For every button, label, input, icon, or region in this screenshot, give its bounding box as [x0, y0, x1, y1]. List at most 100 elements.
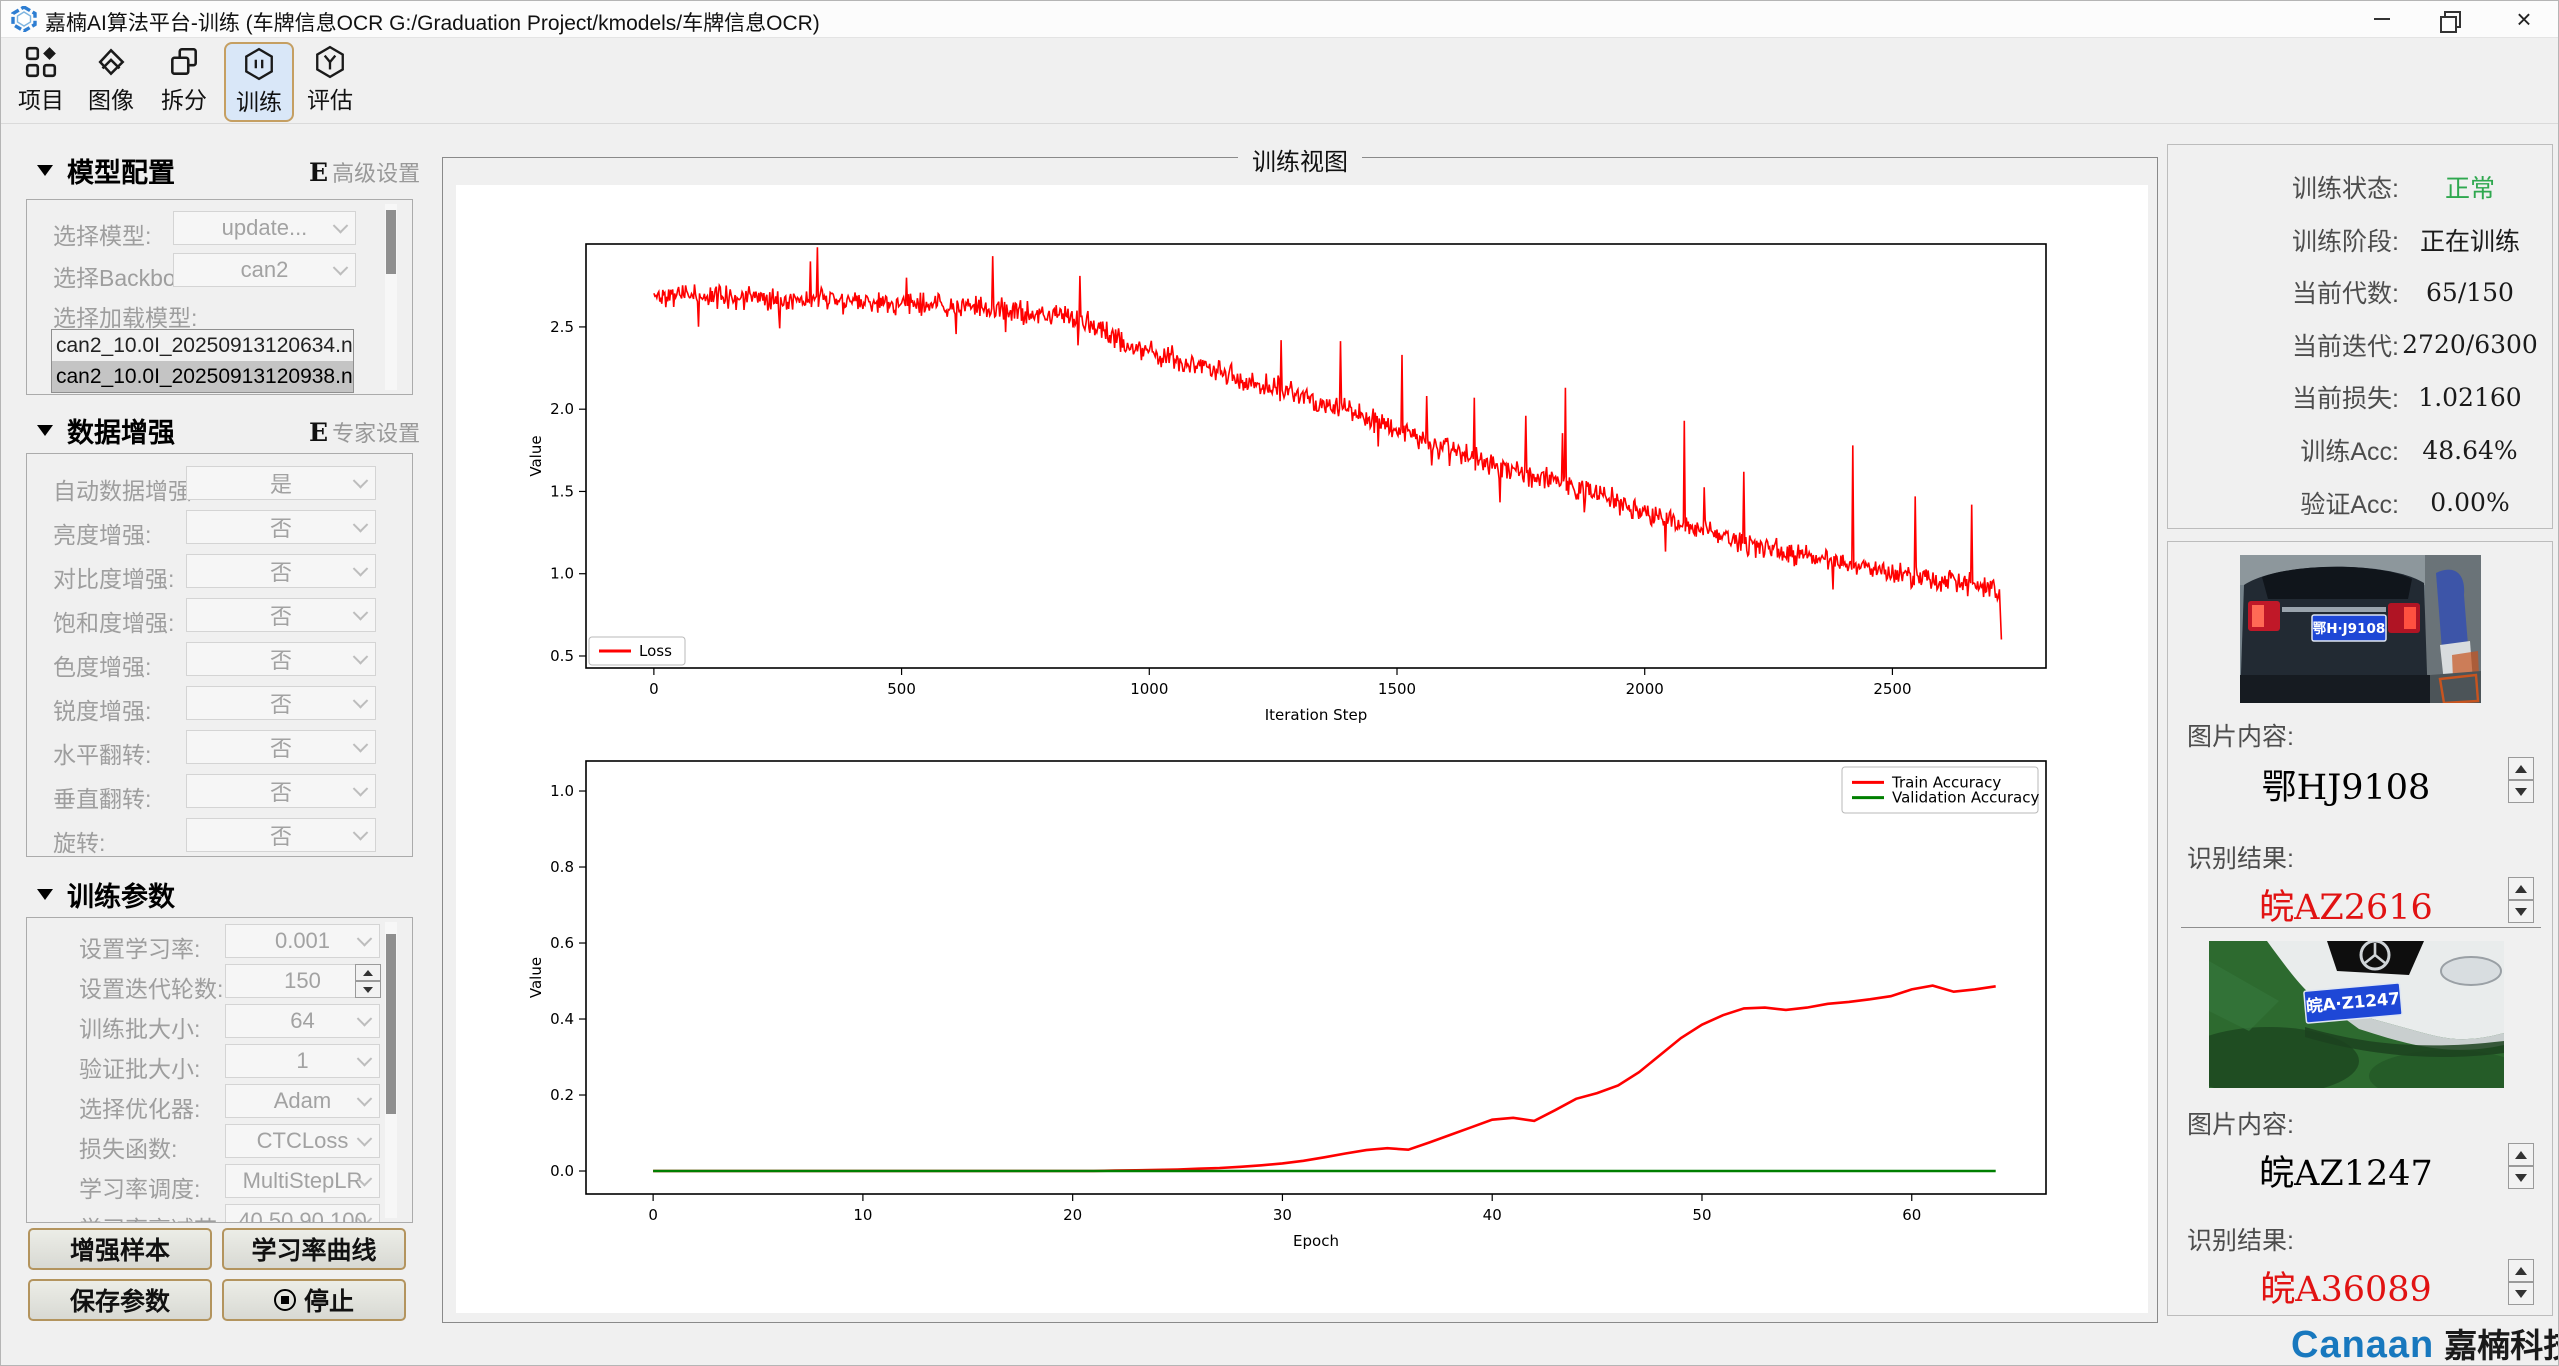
param-combo[interactable]: 1: [225, 1044, 380, 1078]
param-combo[interactable]: Adam: [225, 1084, 380, 1118]
param-label: 训练批大小:: [79, 1010, 200, 1044]
chevron-down-icon: [353, 561, 369, 577]
select-model-combo[interactable]: update...: [173, 211, 356, 245]
toolbar-item-project[interactable]: 项目: [8, 42, 74, 118]
section-header-model-config[interactable]: 模型配置: [37, 151, 175, 190]
load-model-label: 选择加载模型:: [53, 299, 197, 333]
param-combo[interactable]: 否: [186, 554, 376, 588]
window-title: 嘉楠AI算法平台-训练 (车牌信息OCR G:/Graduation Proje…: [45, 7, 820, 37]
toolbar-label-evaluate: 评估: [307, 81, 353, 115]
param-combo[interactable]: 是: [186, 466, 376, 500]
status-value: 48.64%: [2399, 436, 2541, 465]
param-label: 学习率调度:: [79, 1170, 200, 1204]
lr-curve-button[interactable]: 学习率曲线: [222, 1228, 406, 1270]
spin-down-button[interactable]: [2508, 900, 2534, 923]
result-spinner: [2508, 877, 2534, 923]
combo-value: Adam: [274, 1088, 331, 1114]
param-label: 水平翻转:: [53, 736, 151, 770]
param-spinbox[interactable]: 150: [225, 964, 380, 998]
section-title: 模型配置: [67, 151, 175, 190]
status-label: 当前损失:: [2181, 379, 2399, 415]
param-combo[interactable]: 否: [186, 686, 376, 720]
advanced-settings-link[interactable]: E高级设置: [309, 156, 420, 188]
recognition-result-value: 皖AZ2616: [2201, 879, 2491, 930]
select-backbone-combo[interactable]: can2: [173, 253, 356, 287]
section-header-augmentation[interactable]: 数据增强: [37, 411, 175, 450]
augment-sample-button[interactable]: 增强样本: [28, 1228, 212, 1270]
param-label: 色度增强:: [53, 648, 151, 682]
toolbar-item-image[interactable]: 图像: [78, 42, 144, 118]
iteration-spinner: [355, 964, 381, 998]
up-arrow-icon: [2515, 1267, 2527, 1275]
spin-up-button[interactable]: [2508, 1259, 2534, 1282]
restore-button[interactable]: [2421, 1, 2483, 37]
svg-text:Epoch: Epoch: [1293, 1232, 1339, 1250]
main-toolbar: 项目 图像 拆分 训练: [1, 38, 2559, 124]
save-params-button[interactable]: 保存参数: [28, 1279, 212, 1321]
scrollbar-thumb[interactable]: [386, 210, 396, 274]
param-combo[interactable]: 0.001: [225, 924, 380, 958]
status-row: 验证Acc:0.00%: [2181, 486, 2541, 520]
recognition-result-label: 识别结果:: [2187, 839, 2294, 875]
list-item-model-file-selected[interactable]: can2_10.0I_20250913120938.npy: [52, 361, 353, 392]
param-combo[interactable]: 否: [186, 510, 376, 544]
param-label: 选择优化器:: [79, 1090, 200, 1124]
train-params-groupbox: 设置学习率:0.001设置迭代轮数:150训练批大小:64验证批大小:1选择优化…: [26, 917, 413, 1223]
chevron-down-icon: [353, 737, 369, 753]
spin-down-button[interactable]: [2508, 780, 2534, 803]
chart-figure: 050010001500200025000.51.01.52.02.5Itera…: [456, 185, 2148, 1313]
status-label: 当前代数:: [2181, 274, 2399, 310]
spin-up-button[interactable]: [2508, 1143, 2534, 1166]
expert-e-icon: E: [309, 158, 328, 187]
scrollbar-thumb[interactable]: [386, 934, 396, 1114]
spin-up-button[interactable]: [2508, 877, 2534, 900]
param-combo[interactable]: 否: [186, 818, 376, 852]
spin-up-button[interactable]: [355, 964, 381, 981]
svg-text:10: 10: [853, 1206, 872, 1224]
svg-text:2.0: 2.0: [550, 400, 574, 418]
combo-value: 1: [296, 1048, 308, 1074]
svg-text:1.5: 1.5: [550, 482, 574, 500]
collapse-arrow-icon: [37, 425, 53, 436]
chevron-down-icon: [333, 260, 349, 276]
param-combo[interactable]: 否: [186, 598, 376, 632]
content-spinner: [2508, 757, 2534, 803]
svg-text:0.0: 0.0: [550, 1162, 574, 1180]
expert-settings-link[interactable]: E专家设置: [309, 416, 420, 448]
param-combo[interactable]: 否: [186, 730, 376, 764]
svg-text:0.2: 0.2: [550, 1086, 574, 1104]
param-combo[interactable]: 否: [186, 774, 376, 808]
param-combo[interactable]: 64: [225, 1004, 380, 1038]
section-header-train-params[interactable]: 训练参数: [37, 875, 175, 914]
stop-button[interactable]: 停止: [222, 1279, 406, 1321]
minimize-button[interactable]: [2351, 1, 2413, 37]
spin-down-button[interactable]: [355, 981, 381, 998]
image-content-label: 图片内容:: [2187, 1105, 2294, 1141]
status-value: 1.02160: [2399, 383, 2541, 412]
recognition-result-label: 识别结果:: [2187, 1221, 2294, 1257]
chevron-down-icon: [353, 473, 369, 489]
param-combo[interactable]: 否: [186, 642, 376, 676]
list-item-model-file[interactable]: can2_10.0I_20250913120634.npy: [52, 330, 353, 361]
param-combo[interactable]: 40,50,90,100: [225, 1204, 380, 1223]
spin-up-button[interactable]: [2508, 757, 2534, 780]
down-arrow-icon: [2515, 1290, 2527, 1298]
train-params-scrollbar[interactable]: [385, 922, 397, 1218]
chevron-down-icon: [357, 931, 373, 947]
toolbar-item-evaluate[interactable]: 评估: [297, 42, 363, 118]
svg-text:Validation Accuracy: Validation Accuracy: [1892, 789, 2039, 807]
close-button[interactable]: ×: [2493, 1, 2555, 37]
spin-down-button[interactable]: [2508, 1282, 2534, 1305]
param-combo[interactable]: CTCLoss: [225, 1124, 380, 1158]
spin-down-button[interactable]: [2508, 1166, 2534, 1189]
param-label: 饱和度增强:: [53, 604, 174, 638]
combo-value: 40,50,90,100: [238, 1208, 366, 1223]
chevron-down-icon: [353, 517, 369, 533]
toolbar-item-train[interactable]: 训练: [224, 42, 294, 122]
training-view-title: 训练视图: [1238, 142, 1362, 177]
toolbar-item-split[interactable]: 拆分: [151, 42, 217, 118]
param-label: 对比度增强:: [53, 560, 174, 594]
param-combo[interactable]: MultiStepLR: [225, 1164, 380, 1198]
model-config-scrollbar[interactable]: [385, 204, 397, 390]
svg-text:鄂H·J9108: 鄂H·J9108: [2313, 621, 2386, 637]
